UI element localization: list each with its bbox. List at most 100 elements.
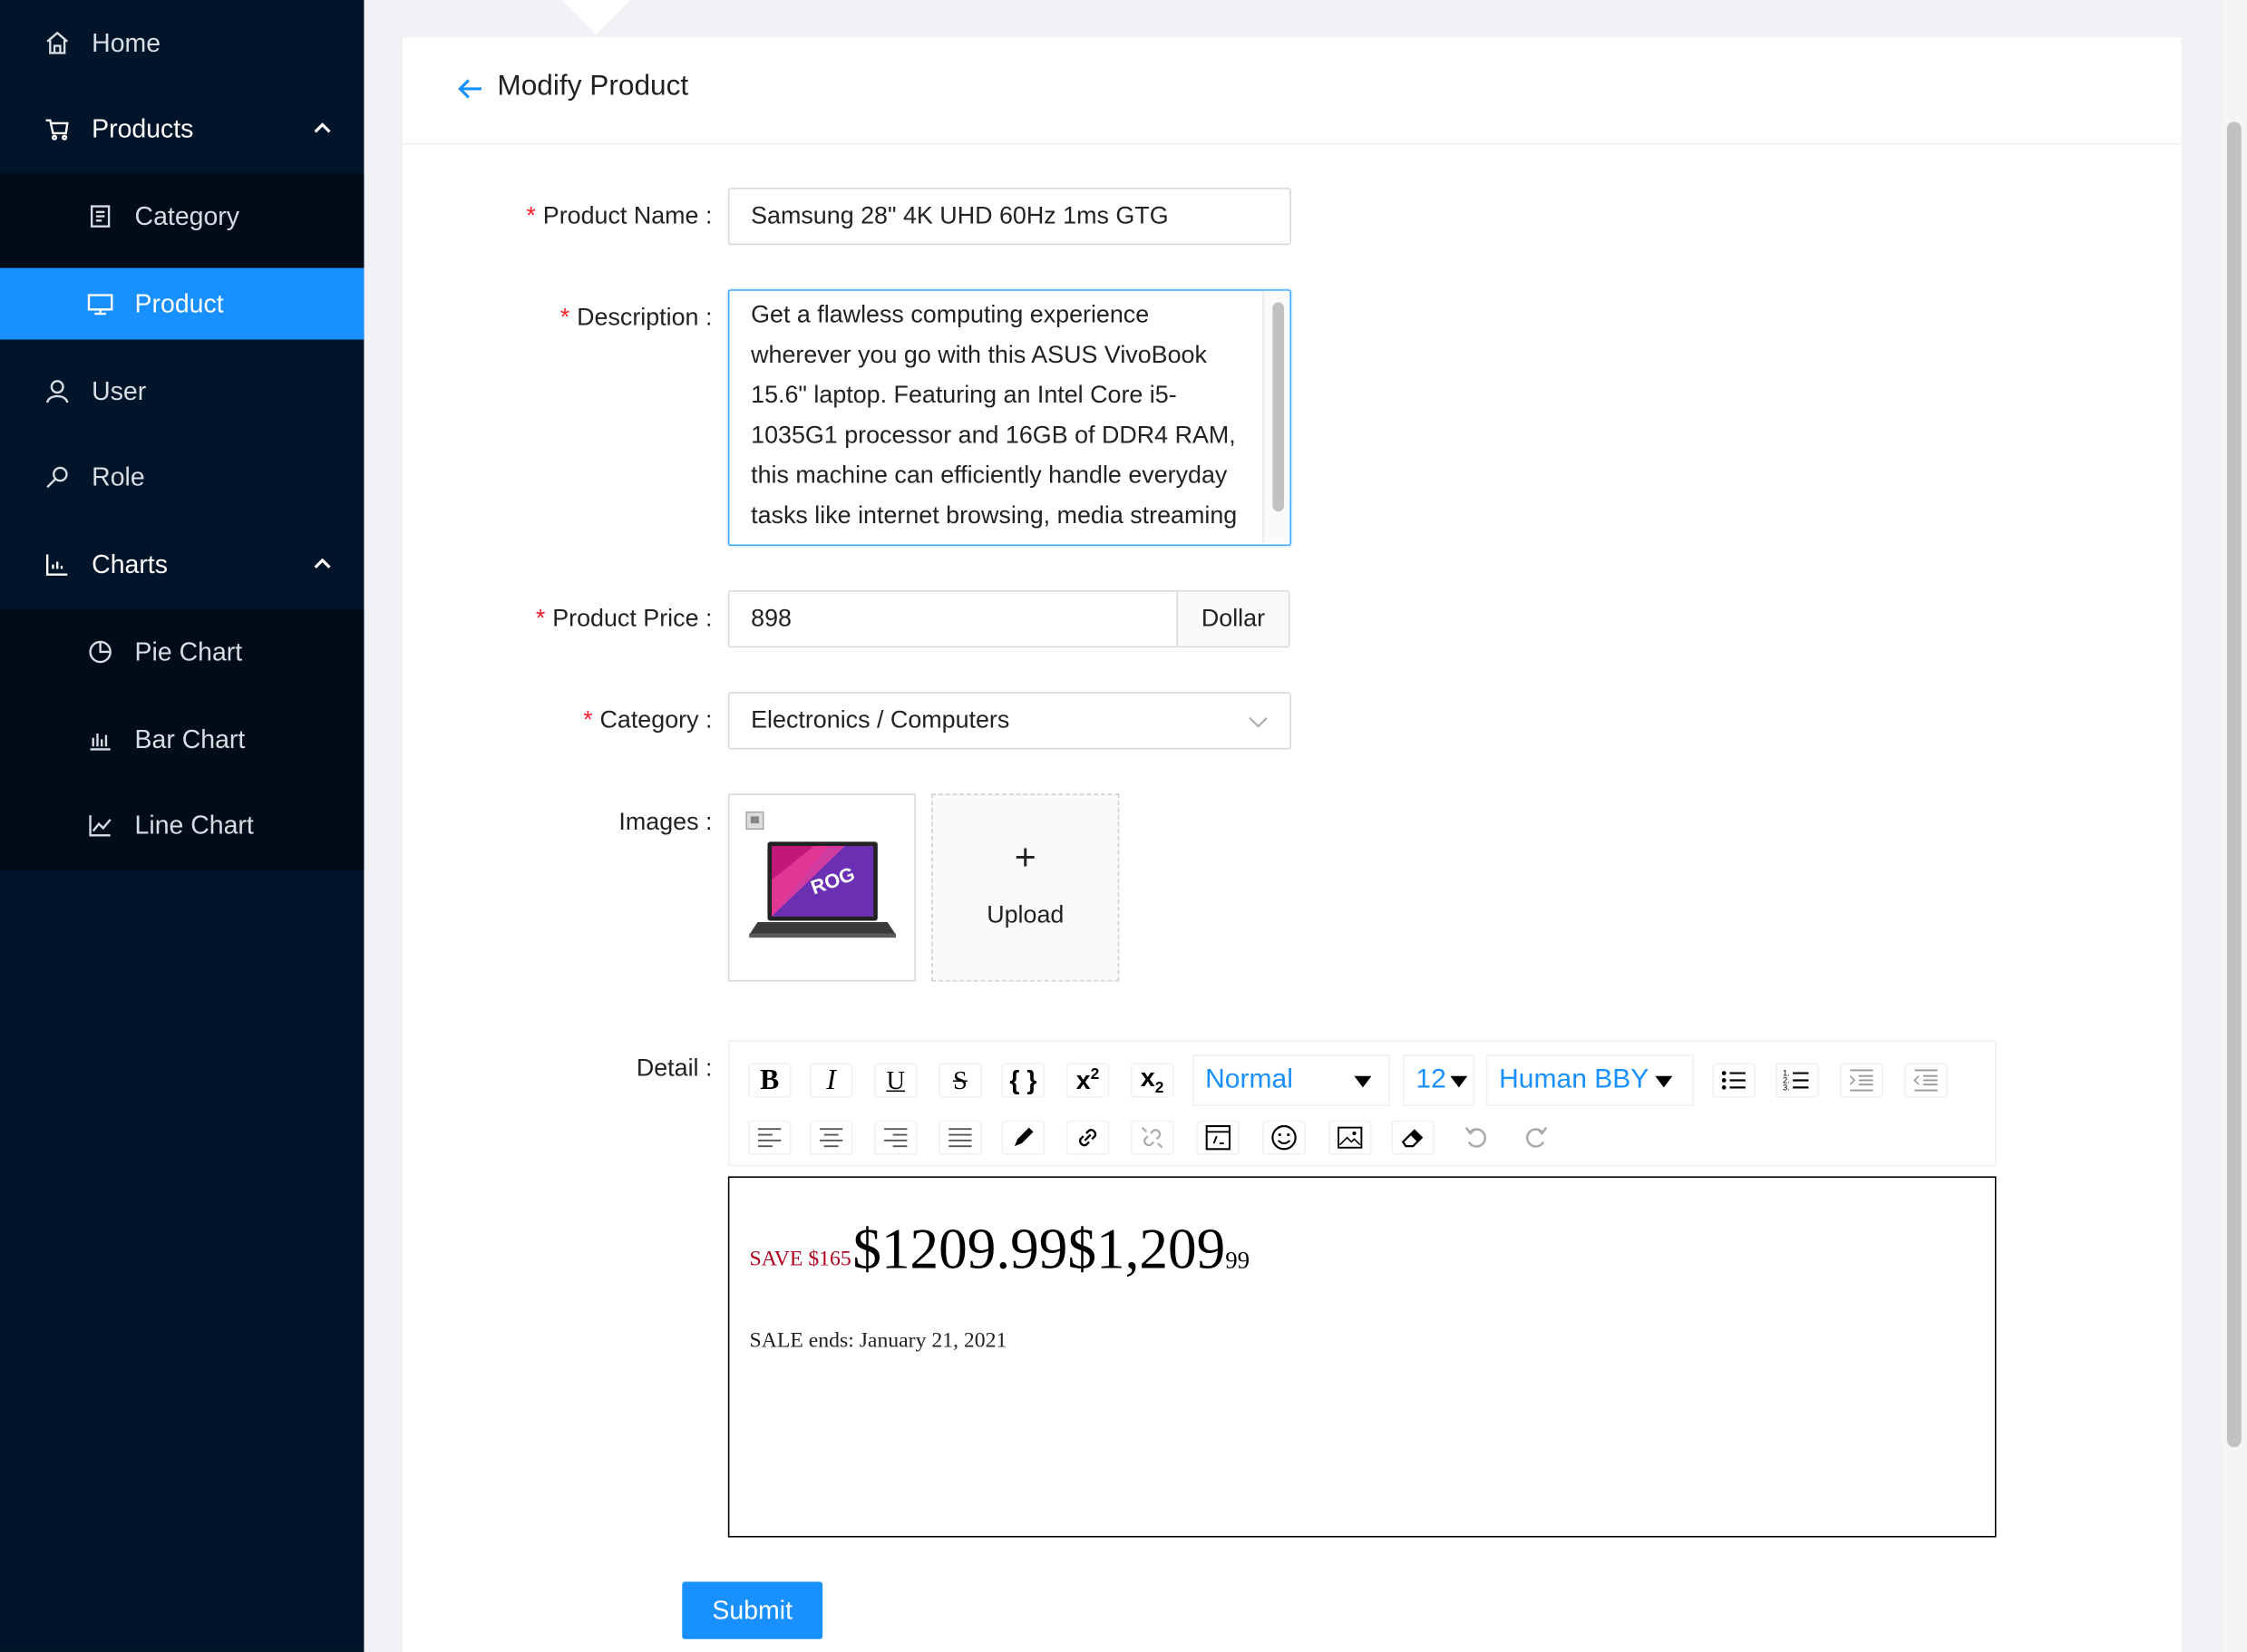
emoji-button[interactable] [1262,1120,1306,1155]
redo-button[interactable] [1514,1120,1558,1155]
emoji-icon [1271,1124,1297,1151]
detail-label: Detail : [636,1054,713,1083]
laptop-image: ROG [745,811,897,938]
pen-icon [1014,1127,1034,1147]
line-chart-icon [86,811,115,840]
submit-button[interactable]: Submit [682,1581,823,1639]
textarea-scrollbar[interactable] [1272,302,1285,512]
user-icon [43,377,72,406]
top-notch [561,0,631,34]
back-arrow-icon[interactable] [456,74,485,103]
sidebar-item-home[interactable]: Home [0,7,364,79]
sidebar-item-category[interactable]: Category [0,180,364,252]
price-input[interactable]: 898 Dollar [727,590,1290,648]
plus-icon: + [1014,835,1036,879]
category-label: * Category : [583,706,713,734]
image-icon [1338,1126,1363,1149]
category-select[interactable]: Electronics / Computers [727,692,1291,750]
dropdown-caret-icon [1655,1075,1673,1088]
indent-icon [1849,1069,1873,1092]
category-value: Electronics / Computers [751,706,1010,734]
dropdown-caret-icon [1450,1075,1468,1088]
align-left-button[interactable] [747,1120,792,1155]
remove-format-button[interactable] [1391,1120,1435,1155]
align-right-icon [884,1128,908,1148]
sidebar-item-pie-chart[interactable]: Pie Chart [0,616,364,687]
cart-icon [43,114,72,143]
editor-toolbar: B I U S { } x2 x2 Normal 12 Human BBY 1.… [727,1040,1997,1167]
card-header: Modify Product [403,37,2182,145]
price-text: $1209.99$1,20999 [852,1216,1250,1281]
block-type-dropdown[interactable]: Normal [1192,1054,1390,1106]
indent-button[interactable] [1840,1063,1883,1098]
code-button[interactable]: { } [1001,1063,1046,1098]
chevron-down-icon [1249,716,1268,728]
sidebar-item-products[interactable]: Products [0,93,364,165]
description-textarea[interactable]: Get a flawless computing experience wher… [727,289,1291,547]
bar-chart-icon [86,725,115,754]
upload-button[interactable]: + Upload [931,793,1120,982]
embed-button[interactable] [1196,1120,1240,1155]
sidebar-item-label: Products [92,113,194,143]
svg-text:3.: 3. [1783,1084,1790,1093]
link-button[interactable] [1065,1120,1110,1155]
description-value: Get a flawless computing experience wher… [751,300,1238,545]
sidebar-item-label: Category [134,201,240,230]
price-label: * Product Price : [535,604,713,632]
align-right-button[interactable] [874,1120,918,1155]
rich-text-editor[interactable]: SAVE $165 $1209.99$1,20999 SALE ends: Ja… [727,1176,1997,1538]
sidebar-item-label: Product [134,288,224,318]
link-icon [1078,1129,1097,1147]
underline-button[interactable]: U [874,1063,918,1098]
product-name-input[interactable]: Samsung 28" 4K UHD 60Hz 1ms GTG [727,188,1291,246]
justify-button[interactable] [939,1120,982,1155]
superscript-icon: x2 [1075,1064,1100,1094]
chevron-up-icon [314,122,331,133]
key-icon [43,462,72,491]
unordered-list-button[interactable] [1712,1063,1756,1098]
sidebar-item-bar-chart[interactable]: Bar Chart [0,704,364,775]
sidebar-item-role[interactable]: Role [0,442,364,513]
textarea-scroll-track[interactable] [1262,290,1290,543]
font-family-dropdown[interactable]: Human BBY [1485,1054,1695,1106]
undo-button[interactable] [1454,1120,1498,1155]
product-name-label: * Product Name : [526,201,713,229]
product-name-value: Samsung 28" 4K UHD 60Hz 1ms GTG [751,201,1169,229]
eraser-icon [1401,1129,1424,1148]
sidebar-item-line-chart[interactable]: Line Chart [0,790,364,861]
superscript-button[interactable]: x2 [1065,1063,1110,1098]
description-label: * Description : [559,304,713,332]
chevron-up-icon [314,558,331,568]
unlink-button[interactable] [1130,1120,1174,1155]
color-picker-button[interactable] [1001,1120,1046,1155]
align-justify-icon [948,1128,972,1148]
sidebar-item-label: Home [92,27,161,57]
dropdown-caret-icon [1354,1075,1372,1088]
block-type-value: Normal [1205,1064,1293,1095]
font-size-dropdown[interactable]: 12 [1403,1054,1475,1106]
sidebar-item-label: Pie Chart [134,637,243,666]
product-image-thumbnail[interactable]: ROG [727,793,916,982]
monitor-icon [86,289,115,318]
sale-ends-text: SALE ends: January 21, 2021 [749,1329,1007,1353]
sidebar-item-user[interactable]: User [0,355,364,427]
strikethrough-button[interactable]: S [939,1063,982,1098]
list-icon [86,202,115,231]
image-button[interactable] [1328,1120,1372,1155]
outdent-button[interactable] [1904,1063,1948,1098]
sidebar: Home Products Category Product User Role… [0,0,365,1652]
italic-button[interactable]: I [809,1063,853,1098]
save-amount-text: SAVE $165 [749,1248,851,1271]
subscript-button[interactable]: x2 [1130,1063,1174,1098]
sidebar-item-label: Role [92,462,145,491]
home-icon [43,29,72,58]
align-center-button[interactable] [809,1120,853,1155]
bold-button[interactable]: B [747,1063,792,1098]
bold-icon: B [760,1064,780,1096]
upload-label: Upload [987,900,1065,928]
page-scrollbar-track[interactable] [2221,0,2247,1652]
sidebar-item-product[interactable]: Product [0,267,365,340]
ordered-list-button[interactable]: 1. 2. 3. [1775,1063,1819,1098]
page-scrollbar-thumb[interactable] [2226,121,2242,1448]
sidebar-item-charts[interactable]: Charts [0,529,364,600]
